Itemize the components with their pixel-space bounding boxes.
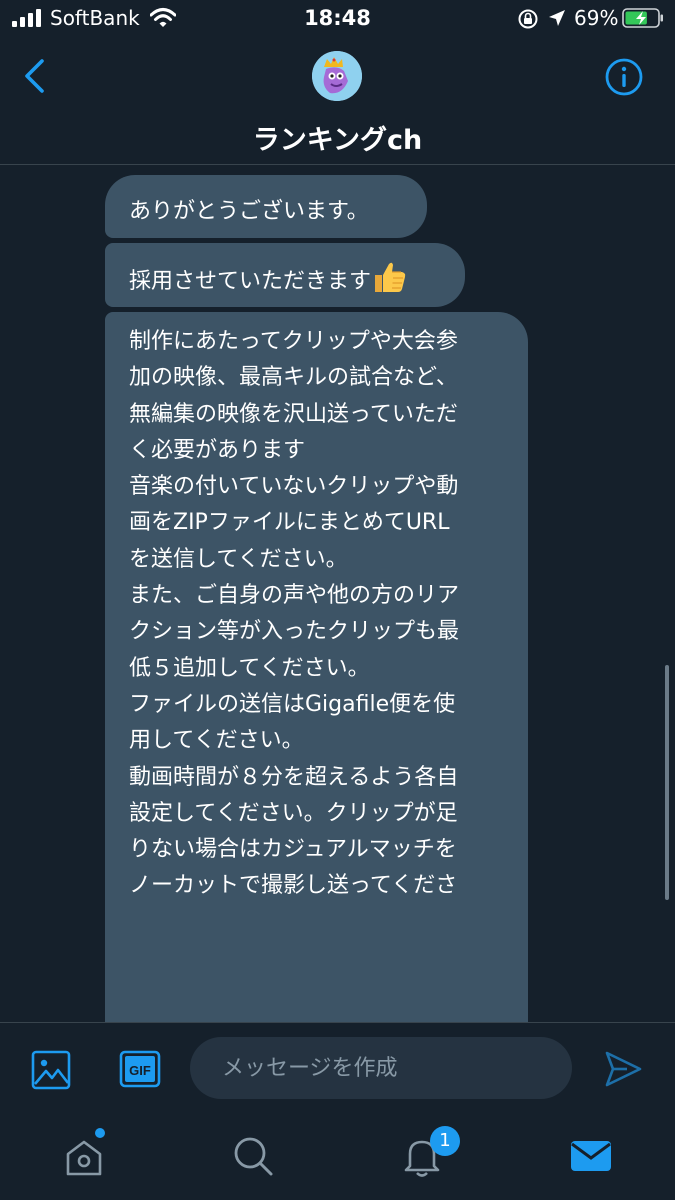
gif-icon[interactable]: GIF bbox=[119, 1050, 161, 1088]
chevron-left-icon[interactable] bbox=[22, 58, 48, 94]
battery-percent: 69% bbox=[574, 6, 619, 30]
message-bubble[interactable]: 制作にあたってクリップや大会参 加の映像、最高キルの試合など、 無編集の映像を沢… bbox=[105, 312, 528, 1022]
search-icon[interactable] bbox=[231, 1134, 275, 1178]
message-line: 制作にあたってクリップや大会参 bbox=[129, 329, 458, 354]
message-line: りない場合はカジュアルマッチを bbox=[129, 837, 457, 863]
message-text: 採用させていただきます bbox=[129, 269, 372, 294]
rotation-lock-icon bbox=[518, 9, 538, 29]
message-composer: GIF bbox=[0, 1022, 675, 1111]
thumbs-up-emoji-icon bbox=[375, 262, 406, 292]
message-line: クション等が入ったクリップも最 bbox=[129, 619, 460, 645]
battery-charging-icon bbox=[622, 8, 663, 28]
tab-bar bbox=[0, 1110, 675, 1200]
gif-label: GIF bbox=[129, 1063, 151, 1078]
message-line: ファイルの送信はGigafile便を使 bbox=[129, 691, 456, 717]
scrollbar[interactable] bbox=[665, 665, 669, 900]
message-line: 加の映像、最高キルの試合など、 bbox=[129, 365, 458, 391]
message-input[interactable] bbox=[190, 1037, 572, 1099]
message-line: また、ご自身の声や他の方のリア bbox=[129, 583, 460, 609]
message-line: 低５追加してください。 bbox=[129, 655, 370, 681]
info-icon[interactable] bbox=[604, 57, 644, 97]
location-arrow-icon bbox=[549, 10, 565, 26]
message-line: 画をZIPファイルにまとめてURL bbox=[129, 510, 450, 536]
notification-count-badge: 1 bbox=[430, 1126, 460, 1156]
message-bubble[interactable]: 採用させていただきます bbox=[105, 243, 465, 307]
message-line: を送信してください。 bbox=[129, 546, 348, 572]
message-line: ノーカットで撮影し送ってくださ bbox=[129, 873, 458, 899]
message-line: く必要があります bbox=[129, 437, 306, 463]
home-icon[interactable] bbox=[62, 1134, 106, 1178]
message-bubble[interactable]: ありがとうございます。 bbox=[105, 175, 427, 238]
message-line: 音楽の付いていないクリップや動 bbox=[129, 474, 459, 500]
mail-icon[interactable] bbox=[569, 1134, 613, 1178]
message-list[interactable]: ありがとうございます。 採用させていただきます 制作にあたってクリップや大会参 … bbox=[0, 165, 675, 1022]
message-line: 設定してください。クリップが足 bbox=[129, 800, 458, 826]
image-icon[interactable] bbox=[31, 1050, 71, 1090]
message-line: 用してください。 bbox=[129, 728, 304, 754]
send-icon[interactable] bbox=[603, 1049, 643, 1089]
message-line: 無編集の映像を沢山送っていただ bbox=[129, 401, 458, 427]
home-notification-dot bbox=[95, 1128, 105, 1138]
llama-crown-avatar-icon bbox=[312, 51, 362, 101]
status-bar: SoftBank 18:48 69% bbox=[0, 0, 675, 38]
conversation-title[interactable]: ランキングch bbox=[0, 118, 675, 157]
message-line: 動画時間が８分を超えるよう各自 bbox=[129, 764, 459, 790]
conversation-header: ランキングch bbox=[0, 38, 675, 165]
avatar[interactable] bbox=[312, 51, 362, 101]
message-text: ありがとうございます。 bbox=[129, 199, 369, 224]
